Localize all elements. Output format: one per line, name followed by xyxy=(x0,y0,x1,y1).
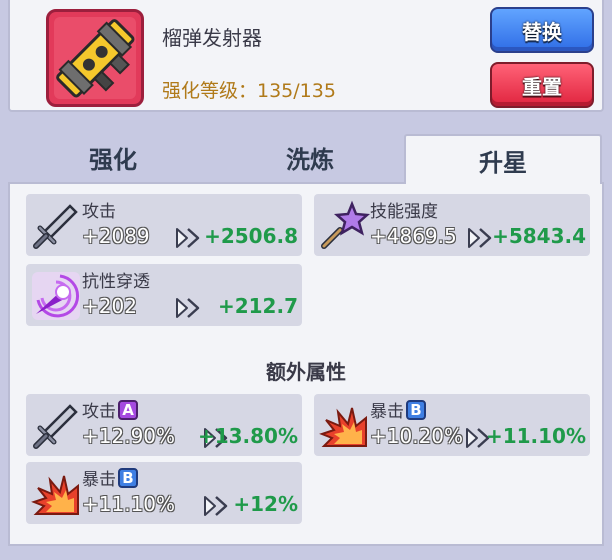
extra-stat-name: 暴击 xyxy=(370,402,404,422)
double-arrow-icon xyxy=(174,296,204,320)
stat-new-value: +212.7 xyxy=(217,294,298,318)
item-name: 榴弹发射器 xyxy=(162,26,262,50)
stat-card-attack: 攻击 +2089 +2506.8 xyxy=(26,194,302,256)
stat-new-value: +12% xyxy=(233,492,298,516)
stat-label: 抗性穿透 xyxy=(82,272,150,292)
tab-refine[interactable]: 洗炼 xyxy=(255,134,365,180)
sword-icon xyxy=(30,200,82,252)
reset-button[interactable]: 重置 xyxy=(490,62,594,108)
stat-new-value: +13.80% xyxy=(197,424,298,448)
stat-old-value: +202 xyxy=(82,294,137,318)
stat-label: 攻击 xyxy=(82,202,116,222)
star-wand-icon xyxy=(318,200,370,252)
stat-new-value: +11.10% xyxy=(485,424,586,448)
enhance-level: 强化等级：135/135 xyxy=(162,80,336,102)
extra-stat-name: 攻击 xyxy=(82,402,116,422)
grade-badge: B xyxy=(406,399,426,420)
critical-burst-icon xyxy=(318,400,370,452)
stat-new-value: +5843.4 xyxy=(492,224,586,248)
stat-new-value: +2506.8 xyxy=(204,224,298,248)
double-arrow-icon xyxy=(174,226,204,250)
stat-old-value: +12.90% xyxy=(82,424,176,448)
tab-star-up[interactable]: 升星 xyxy=(404,134,602,184)
extra-stat-name: 暴击 xyxy=(82,470,116,490)
extra-stat-card: 攻击 A +12.90% +13.80% xyxy=(26,394,302,456)
piercing-orb-icon xyxy=(30,270,82,322)
extra-attributes-title: 额外属性 xyxy=(266,360,346,384)
double-arrow-icon xyxy=(202,494,232,518)
stat-label: 技能强度 xyxy=(370,202,438,222)
sword-icon xyxy=(30,400,82,452)
tab-enhance[interactable]: 强化 xyxy=(58,134,168,180)
replace-button[interactable]: 替换 xyxy=(490,7,594,53)
item-slot[interactable] xyxy=(46,9,144,107)
stat-old-value: +4869.5 xyxy=(370,224,457,248)
grade-badge: A xyxy=(118,399,138,420)
extra-stat-card: 暴击 B +11.10% +12% xyxy=(26,462,302,524)
critical-burst-icon xyxy=(30,468,82,520)
extra-stat-label: 攻击 A xyxy=(82,397,138,422)
stat-old-value: +10.20% xyxy=(370,424,464,448)
grade-badge: B xyxy=(118,467,138,488)
extra-stat-card: 暴击 B +10.20% +11.10% xyxy=(314,394,590,456)
extra-stat-label: 暴击 B xyxy=(370,397,426,422)
stat-card-resist-pierce: 抗性穿透 +202 +212.7 xyxy=(26,264,302,326)
stat-card-skill-power: 技能强度 +4869.5 +5843.4 xyxy=(314,194,590,256)
extra-stat-label: 暴击 B xyxy=(82,465,138,490)
grenade-launcher-icon xyxy=(56,19,135,98)
stat-old-value: +2089 xyxy=(82,224,150,248)
stat-old-value: +11.10% xyxy=(82,492,176,516)
